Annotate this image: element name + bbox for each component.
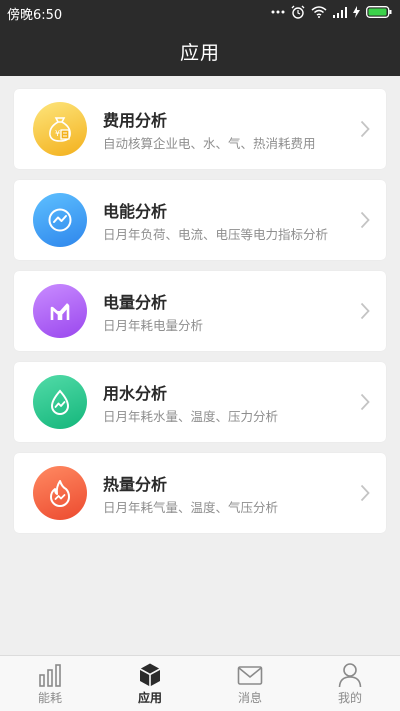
card-subtitle: 日月年耗气量、温度、气压分析 [103, 500, 279, 515]
more-dots-icon [271, 10, 285, 14]
chevron-right-icon [360, 120, 370, 138]
tab-messages[interactable]: 消息 [200, 656, 300, 711]
tab-apps[interactable]: 应用 [100, 656, 200, 711]
battery-icon [366, 6, 392, 18]
card-cost-analysis[interactable]: ¥ 费用分析 自动核算企业电、水、气、热消耗费用 [14, 89, 386, 169]
cube-icon [139, 663, 161, 687]
card-title: 费用分析 [103, 111, 168, 130]
bar-graph-icon [39, 664, 61, 687]
card-subtitle: 日月年负荷、电流、电压等电力指标分析 [103, 227, 329, 242]
flame-icon [33, 466, 87, 520]
trend-chart-icon [33, 193, 87, 247]
card-title: 电量分析 [103, 293, 168, 312]
card-heat-analysis[interactable]: 热量分析 日月年耗气量、温度、气压分析 [14, 453, 386, 533]
card-title: 用水分析 [103, 384, 168, 403]
bar-chart-icon [33, 284, 87, 338]
chevron-right-icon [360, 484, 370, 502]
card-title: 电能分析 [103, 202, 168, 221]
tab-label: 消息 [237, 691, 262, 705]
chevron-right-icon [360, 302, 370, 320]
tab-label: 能耗 [37, 691, 62, 705]
status-bar: 傍晚6:50 [0, 0, 400, 24]
svg-text:¥: ¥ [55, 129, 60, 138]
status-time: 傍晚6:50 [7, 8, 63, 23]
tab-profile[interactable]: 我的 [300, 656, 400, 711]
card-title: 热量分析 [103, 475, 168, 494]
card-water-analysis[interactable]: 用水分析 日月年耗水量、温度、压力分析 [14, 362, 386, 442]
card-electricity-analysis[interactable]: 电量分析 日月年耗电量分析 [14, 271, 386, 351]
card-subtitle: 日月年耗水量、温度、压力分析 [103, 409, 279, 424]
tab-label: 应用 [137, 691, 162, 705]
water-drop-icon [33, 375, 87, 429]
app-list: ¥ 费用分析 自动核算企业电、水、气、热消耗费用 电能分析 日月年负荷、电流、电… [0, 76, 400, 655]
page-title: 应用 [179, 42, 220, 64]
wifi-icon [311, 6, 327, 18]
envelope-icon [237, 666, 263, 685]
nav-bar: 应用 [0, 24, 400, 76]
signal-icon [333, 6, 347, 18]
alarm-clock-icon [291, 5, 305, 19]
tab-label: 我的 [337, 691, 362, 705]
status-icons [271, 3, 392, 21]
tab-energy[interactable]: 能耗 [0, 656, 100, 711]
charging-icon [353, 6, 360, 18]
person-icon [338, 663, 362, 688]
tab-bar: 能耗 应用 消息 我的 [0, 655, 400, 711]
card-subtitle: 日月年耗电量分析 [103, 318, 204, 333]
money-bag-icon: ¥ [33, 102, 87, 156]
chevron-right-icon [360, 211, 370, 229]
card-power-analysis[interactable]: 电能分析 日月年负荷、电流、电压等电力指标分析 [14, 180, 386, 260]
card-subtitle: 自动核算企业电、水、气、热消耗费用 [103, 136, 316, 151]
chevron-right-icon [360, 393, 370, 411]
